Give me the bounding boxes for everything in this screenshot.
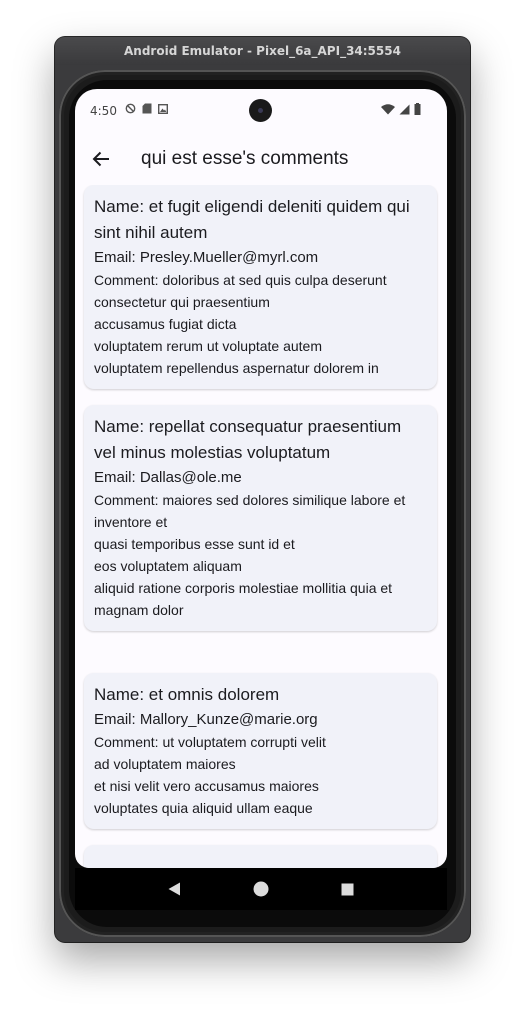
comment-card[interactable]: Name: et fugit eligendi deleniti quidem … xyxy=(84,185,437,389)
comment-card[interactable]: Name: repellat consequatur praesentium v… xyxy=(84,405,437,631)
back-button[interactable] xyxy=(77,135,125,183)
comments-list[interactable]: Name: et fugit eligendi deleniti quidem … xyxy=(75,185,447,868)
status-icons-left xyxy=(125,103,168,114)
comment-card-partial[interactable] xyxy=(84,845,437,868)
nav-home-button[interactable] xyxy=(246,874,276,904)
shield-icon xyxy=(125,103,136,114)
page-title: qui est esse's comments xyxy=(141,148,349,169)
image-icon xyxy=(158,103,168,114)
back-triangle-icon xyxy=(168,882,180,896)
emulator-window: Android Emulator - Pixel_6a_API_34:5554 … xyxy=(55,37,470,942)
wifi-icon xyxy=(381,103,395,114)
comment-body: Comment: maiores sed dolores similique l… xyxy=(94,492,406,618)
sd-card-icon xyxy=(142,103,152,114)
recents-square-icon xyxy=(341,883,354,895)
comment-name: Name: repellat consequatur praesentium v… xyxy=(94,417,402,462)
comment-body: Comment: doloribus at sed quis culpa des… xyxy=(94,272,387,376)
comment-name: Name: et omnis dolorem xyxy=(94,685,280,704)
status-icons-right xyxy=(381,103,421,115)
device-screen: 4:50 qui est esse's comments Name: et fu… xyxy=(75,89,447,868)
status-bar: 4:50 xyxy=(75,89,447,133)
comment-email: Email: Mallory_Kunze@marie.org xyxy=(94,711,318,728)
battery-icon xyxy=(414,103,421,115)
arrow-back-icon xyxy=(92,151,109,167)
comment-email: Email: Dallas@ole.me xyxy=(94,469,242,486)
window-title: Android Emulator - Pixel_6a_API_34:5554 xyxy=(55,37,470,65)
system-nav-bar xyxy=(75,868,447,910)
home-circle-icon xyxy=(253,881,269,897)
comment-name: Name: et fugit eligendi deleniti quidem … xyxy=(94,197,410,242)
comment-email: Email: Presley.Mueller@myrl.com xyxy=(94,249,319,266)
nav-recents-button[interactable] xyxy=(333,874,363,904)
front-camera xyxy=(249,99,272,122)
cell-signal-icon xyxy=(399,104,410,114)
app-bar: qui est esse's comments xyxy=(75,133,447,185)
status-time: 4:50 xyxy=(90,104,117,118)
comment-body: Comment: ut voluptatem corrupti velit ad… xyxy=(94,734,326,816)
nav-back-button[interactable] xyxy=(159,874,189,904)
comment-card[interactable]: Name: et omnis dolorem Email: Mallory_Ku… xyxy=(84,673,437,829)
